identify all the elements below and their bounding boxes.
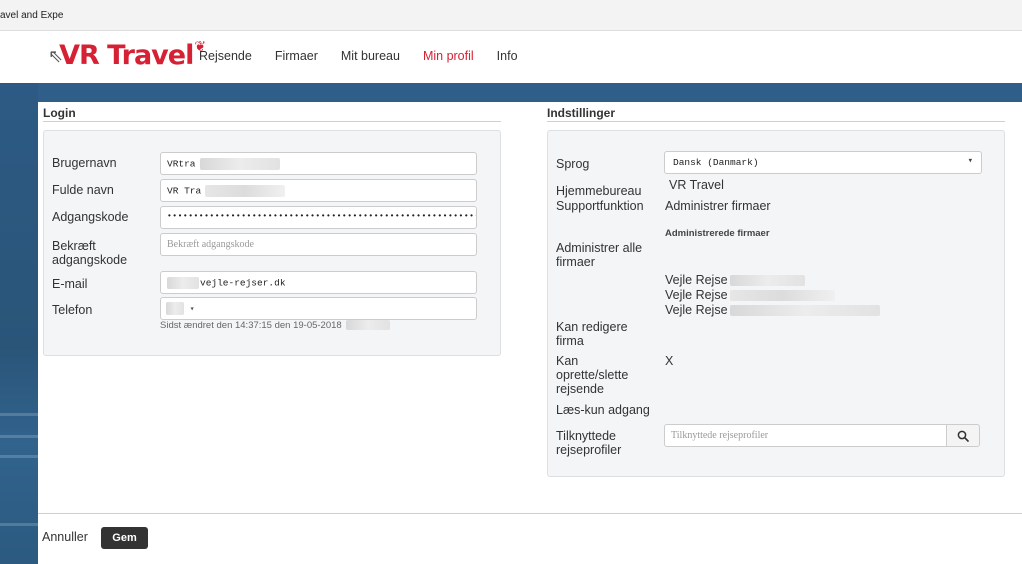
edit-company-label: Kan redigere firma xyxy=(556,320,628,348)
confirm-placeholder: Bekræft adgangskode xyxy=(167,239,254,250)
redacted-blur xyxy=(199,158,280,170)
redacted-blur xyxy=(729,275,805,287)
nav-firmaer[interactable]: Firmaer xyxy=(275,49,318,63)
username-input[interactable]: VRtra xyxy=(160,152,477,175)
email-value: vejle-rejser.dk xyxy=(200,277,286,289)
browser-tab-title: avel and Expe xyxy=(0,10,64,21)
footer-divider xyxy=(38,513,1022,514)
login-section-title: Login xyxy=(43,106,76,120)
managed-company-3: Vejle Rejse xyxy=(665,303,880,317)
fullname-label: Fulde navn xyxy=(52,183,114,197)
email-input[interactable]: vejle-rejser.dk xyxy=(160,271,477,294)
profiles-placeholder: Tilknyttede rejseprofiler xyxy=(671,430,769,441)
create-travelers-label: Kan oprette/slette rejsende xyxy=(556,354,628,396)
nav-rejsende[interactable]: Rejsende xyxy=(199,49,252,63)
nav-info[interactable]: Info xyxy=(497,49,518,63)
managed-company-name: Vejle Rejse xyxy=(665,273,728,287)
confirm-label-line1: Bekræft xyxy=(52,239,96,253)
password-input[interactable]: ••••••••••••••••••••••••••••••••••••••••… xyxy=(160,206,477,229)
password-label: Adgangskode xyxy=(52,210,129,224)
profiles-label-line2: rejseprofiler xyxy=(556,443,622,457)
support-value: Administrer firmaer xyxy=(665,199,771,213)
admin-all-label-line1: Administrer alle xyxy=(556,241,643,255)
home-bureau-label: Hjemmebureau xyxy=(556,184,642,198)
create-travelers-value: X xyxy=(665,354,674,368)
create-label-line1: Kan xyxy=(556,354,579,368)
last-changed-value: Sidst ændret den 14:37:15 den 19-05-2018 xyxy=(160,320,342,331)
phone-input[interactable]: ▾ xyxy=(160,297,477,320)
confirm-password-input[interactable]: Bekræft adgangskode xyxy=(160,233,477,256)
nav-mit-bureau[interactable]: Mit bureau xyxy=(341,49,400,63)
settings-divider xyxy=(547,121,1005,122)
read-only-label: Læs-kun adgang xyxy=(556,403,650,417)
fullname-value: VR Tra xyxy=(167,185,202,197)
edit-label-line1: Kan redigere xyxy=(556,320,628,334)
create-label-line2: oprette/slette xyxy=(556,368,629,382)
app-header: ⇖ VR Travel ❦ Rejsende Firmaer Mit burea… xyxy=(0,31,1022,83)
country-code-caret-icon[interactable]: ▾ xyxy=(190,305,195,314)
admin-all-label: Administrer alle firmaer xyxy=(556,241,642,269)
last-changed-text: Sidst ændret den 14:37:15 den 19-05-2018 xyxy=(160,320,390,331)
language-value: Dansk (Danmark) xyxy=(673,157,759,168)
search-icon xyxy=(957,430,969,442)
redacted-blur xyxy=(729,305,880,317)
chevron-down-icon: ▾ xyxy=(967,156,973,166)
browser-tab[interactable]: avel and Expe xyxy=(0,10,63,21)
settings-section-title: Indstillinger xyxy=(547,106,616,120)
language-label: Sprog xyxy=(556,157,590,171)
phone-label: Telefon xyxy=(52,303,93,317)
edit-label-line2: firma xyxy=(556,334,584,348)
country-code-flag[interactable] xyxy=(166,302,184,315)
admin-all-label-line2: firmaer xyxy=(556,255,595,269)
redacted-blur xyxy=(167,277,199,289)
home-bureau-value: VR Travel xyxy=(669,178,724,192)
browser-tab-strip: avel and Expe xyxy=(0,0,1022,31)
username-value: VRtra xyxy=(167,158,196,170)
managed-company-1: Vejle Rejse xyxy=(665,273,805,287)
confirm-password-label: Bekræft adgangskode xyxy=(52,239,127,267)
travel-profiles-label: Tilknyttede rejseprofiler xyxy=(556,429,621,457)
managed-companies-heading: Administrerede firmaer xyxy=(665,228,770,239)
fullname-input[interactable]: VR Tra xyxy=(160,179,477,202)
password-value: ••••••••••••••••••••••••••••••••••••••••… xyxy=(167,212,477,221)
managed-company-2: Vejle Rejse xyxy=(665,288,835,302)
save-button[interactable]: Gem xyxy=(101,527,148,549)
cancel-link[interactable]: Annuller xyxy=(42,530,88,544)
background-image xyxy=(0,83,38,564)
language-select[interactable]: Dansk (Danmark) ▾ xyxy=(664,151,982,174)
managed-company-name: Vejle Rejse xyxy=(665,303,728,317)
support-label: Supportfunktion xyxy=(556,199,644,213)
managed-company-name: Vejle Rejse xyxy=(665,288,728,302)
profiles-label-line1: Tilknyttede xyxy=(556,429,616,443)
main-nav: Rejsende Firmaer Mit bureau Min profil I… xyxy=(199,49,541,63)
redacted-blur xyxy=(205,185,286,197)
travel-profiles-input[interactable]: Tilknyttede rejseprofiler xyxy=(664,424,947,447)
logo-text: VR Travel xyxy=(59,40,194,71)
redacted-blur xyxy=(729,290,835,302)
nav-min-profil[interactable]: Min profil xyxy=(423,49,474,63)
travel-profiles-search-button[interactable] xyxy=(946,424,980,447)
header-band xyxy=(0,83,1022,102)
username-label: Brugernavn xyxy=(52,156,117,170)
create-label-line3: rejsende xyxy=(556,382,604,396)
confirm-label-line2: adgangskode xyxy=(52,253,128,267)
login-divider xyxy=(43,121,501,122)
vr-travel-logo[interactable]: ⇖ VR Travel ❦ xyxy=(48,39,206,73)
redacted-blur xyxy=(345,320,390,331)
email-label: E-mail xyxy=(52,277,88,291)
